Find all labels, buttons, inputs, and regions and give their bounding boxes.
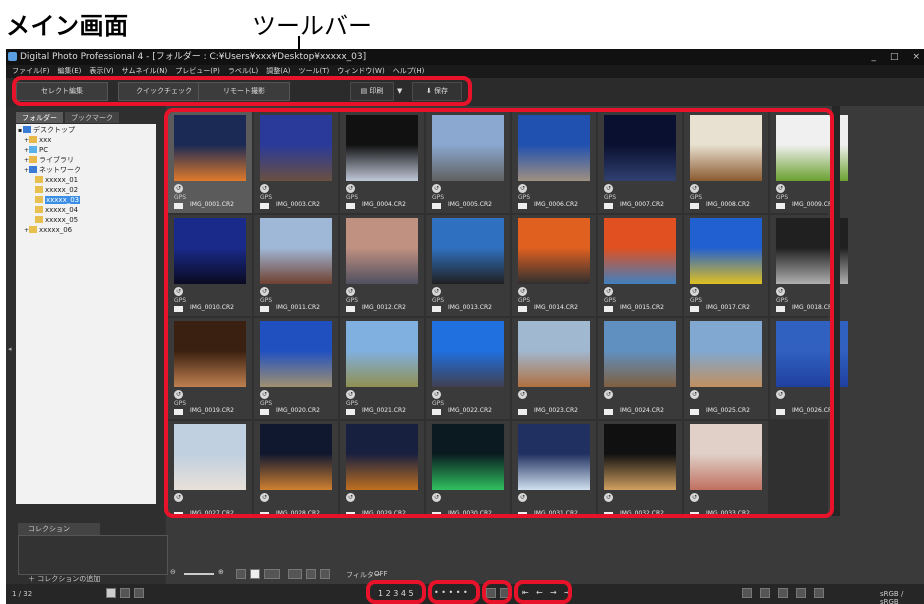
tool-palette-icon[interactable] [742,588,752,598]
dust-delete-icon[interactable] [796,588,806,598]
main-screen-caption: メイン画面 [6,12,129,40]
tree-item-network[interactable]: + ネットワーク [24,166,81,175]
title-bar: Digital Photo Professional 4 - [フォルダー : … [6,49,924,65]
close-button[interactable]: × [912,49,920,65]
histogram-icon[interactable] [778,588,788,598]
collapse-left-panel-handle[interactable]: ◂ [8,345,12,353]
toolbar-caption: ツールバー [252,12,372,40]
dots-highlight [428,580,480,604]
folder-icon [35,216,43,223]
view-list-icon[interactable] [120,588,130,598]
tree-item-library[interactable]: + ライブラリ [24,156,74,165]
tree-item-pc[interactable]: + PC [24,146,48,155]
left-panel: フォルダー ブックマーク ▪ デスクトップ + xxx + PC + ライブラリ + ネッ… [6,106,166,546]
view-detail-icon[interactable] [134,588,144,598]
thumbnail-control-bar: ⊖ ⊕ フィルター OFF [170,567,470,583]
add-collection-label: コレクションの追加 [37,575,101,583]
app-icon [8,52,17,61]
crop-icon[interactable] [760,588,770,598]
tree-item-user[interactable]: + xxx [24,136,51,145]
folder-tree: ▪ デスクトップ + xxx + PC + ライブラリ + ネットワーク xxxxx_01… [16,124,156,504]
tree-item-desktop[interactable]: ▪ デスクトップ [18,126,75,135]
maximize-button[interactable]: □ [890,49,899,65]
zoom-out-icon[interactable]: ⊖ [170,568,176,576]
collection-list [18,535,168,575]
tree-item-folder-04[interactable]: xxxxx_04 [30,206,78,215]
layout-list-icon[interactable] [264,569,280,579]
nav-highlight [514,580,572,604]
toolbar-highlight [12,76,472,106]
tree-item-folder-06[interactable]: + xxxxx_06 [24,226,72,235]
layout-grid-small-icon[interactable] [236,569,246,579]
grid-highlight [164,108,834,518]
window-title: Digital Photo Professional 4 - [フォルダー : … [20,52,367,62]
tab-folder[interactable]: フォルダー [16,112,63,123]
folder-icon [35,196,43,203]
camera-icon[interactable] [814,588,824,598]
view-grid-icon[interactable] [106,588,116,598]
grid-overlay-icon[interactable] [306,569,316,579]
tree-item-folder-03[interactable]: xxxxx_03 [30,196,81,205]
tree-item-folder-02[interactable]: xxxxx_02 [30,186,78,195]
add-collection-button[interactable]: ＋ コレクションの追加 [28,574,100,584]
color-space: sRGB / sRGB [880,590,904,604]
tab-bookmark[interactable]: ブックマーク [65,112,119,123]
info-view-icon[interactable] [288,569,302,579]
minimize-button[interactable]: _ [871,49,876,65]
page-indicator: 1 / 32 [12,590,33,598]
filter-value[interactable]: OFF [374,570,388,578]
folder-icon [35,206,43,213]
thumbnail-size-slider[interactable] [184,573,214,575]
zoom-in-icon[interactable]: ⊕ [218,568,224,576]
tree-item-folder-01[interactable]: xxxxx_01 [30,176,78,185]
rating-highlight [366,580,426,604]
tab-collection[interactable]: コレクション [18,523,100,535]
layout-grid-large-icon[interactable] [250,569,260,579]
folder-icon [35,186,43,193]
pc-icon [29,146,37,153]
library-icon [29,156,37,163]
desktop-icon [23,126,31,133]
folder-icon [29,226,37,233]
network-icon [29,166,37,173]
folder-icon [35,176,43,183]
frame-icon[interactable] [320,569,330,579]
tree-item-folder-05[interactable]: xxxxx_05 [30,216,78,225]
compare-highlight [482,580,512,604]
user-folder-icon [29,136,37,143]
